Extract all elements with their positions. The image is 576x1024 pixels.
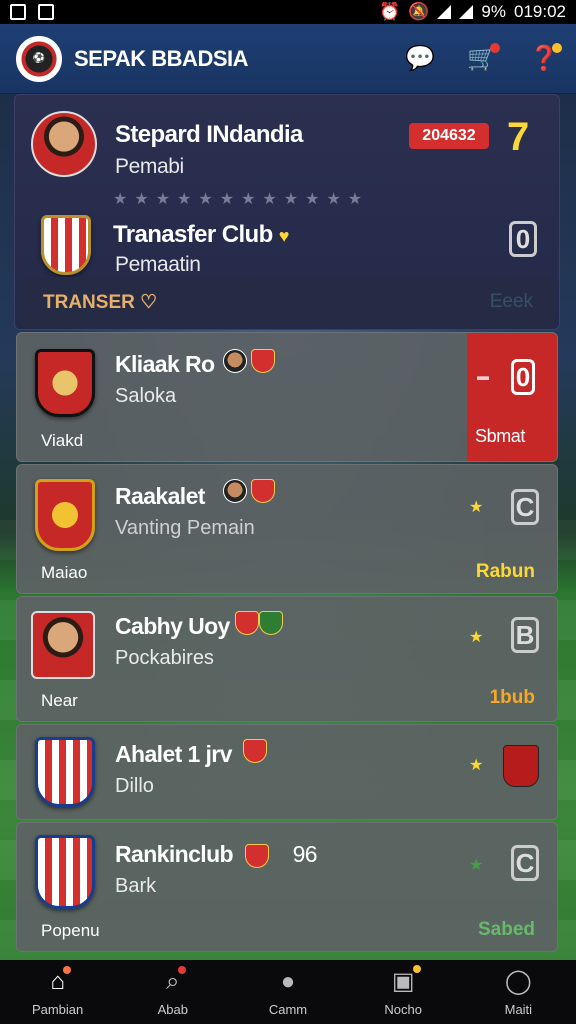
list-item[interactable]: Rankinclub 96 Bark Popenu ★ C Sabed bbox=[16, 822, 558, 952]
list-item[interactable]: Cabhy Uoy Pockabires Near ★ B 1bub bbox=[16, 596, 558, 722]
item-number: 96 bbox=[292, 841, 318, 867]
nav-user[interactable]: ◯ Maiti bbox=[463, 967, 573, 1017]
id-badge: 204632 bbox=[409, 123, 489, 149]
item-sub: Bark bbox=[115, 875, 157, 897]
signal-icon bbox=[459, 5, 474, 19]
app-title: SEPAK BBADSIA bbox=[74, 45, 249, 71]
player-role: Pemabi bbox=[115, 155, 184, 178]
item-sub: Vanting Pemain bbox=[115, 517, 255, 539]
club-crest bbox=[41, 215, 91, 275]
app-header: ⚽ SEPAK BBADSIA 💬 🛒 ❓ bbox=[0, 24, 576, 94]
nav-clipboard[interactable]: ▣ Nocho bbox=[348, 965, 458, 1017]
star-icon: ★ bbox=[469, 857, 484, 874]
wifi-icon bbox=[437, 5, 452, 19]
star-icon: ★ bbox=[469, 757, 484, 774]
item-footer: Viakd bbox=[41, 431, 84, 450]
list-item[interactable]: Kliaak Ro Saloka Viakd ▬ 0 Sbmat bbox=[16, 332, 558, 462]
nav-label: Nocho bbox=[384, 1002, 422, 1017]
profile-card[interactable]: Stepard INdandia Pemabi 204632 7 ★ ★ ★ ★ ★ ★ ★… bbox=[14, 94, 560, 330]
item-right-label[interactable]: Rabun bbox=[476, 561, 535, 583]
item-sub: Dillo bbox=[115, 775, 154, 797]
player-mini-avatar bbox=[223, 479, 247, 503]
nav-chat[interactable]: ● Camm bbox=[233, 968, 343, 1017]
nav-label: Pambian bbox=[31, 1001, 84, 1017]
player-mini-avatar bbox=[223, 349, 247, 373]
nav-search[interactable]: ⌕ Abab bbox=[118, 965, 228, 1017]
club-mini-crest bbox=[251, 349, 275, 373]
list-item[interactable]: Raakalet Vanting Pemain Maiao ★ C Rabun bbox=[16, 464, 558, 594]
item-right-label[interactable]: 1bub bbox=[490, 687, 535, 709]
submit-panel[interactable]: ▬ 0 Sbmat bbox=[467, 333, 557, 461]
submit-label: Sbmat bbox=[475, 426, 526, 446]
level-number: 7 bbox=[507, 115, 530, 159]
app-logo[interactable]: ⚽ bbox=[16, 35, 62, 82]
clipboard-icon: ▣ bbox=[392, 965, 421, 996]
club-crest bbox=[35, 479, 95, 551]
club-mini-crest bbox=[251, 479, 275, 503]
transfer-right-label[interactable]: Eeek bbox=[490, 291, 533, 313]
player-avatar bbox=[31, 111, 97, 177]
club-crest bbox=[35, 349, 95, 417]
item-sub: Pockabires bbox=[115, 647, 214, 669]
item-name: Rankinclub 96 bbox=[115, 841, 318, 868]
player-avatar bbox=[31, 611, 95, 679]
club-title: Tranasfer Club ♥ bbox=[113, 221, 289, 248]
list-item[interactable]: Ahalet 1 jrv Dillo ★ bbox=[16, 724, 558, 820]
transfer-bar[interactable]: TRANSER ♡ Eeek bbox=[21, 277, 555, 327]
star-icon: ★ bbox=[469, 629, 484, 646]
value-chip: 0 bbox=[511, 359, 535, 395]
battery-text: 9% bbox=[481, 2, 506, 21]
item-name: Cabhy Uoy bbox=[115, 613, 230, 639]
club-badge-icon[interactable] bbox=[503, 745, 539, 787]
item-footer: Maiao bbox=[41, 563, 88, 582]
search-icon: ⌕ bbox=[166, 965, 186, 996]
notification-icon bbox=[10, 4, 26, 20]
status-bar: ⏰ 🔕 9% 019:02 bbox=[0, 0, 576, 24]
rating-stars: ★ ★ ★ ★ ★ ★ ★ ★ ★ ★ ★ ★ bbox=[113, 191, 363, 208]
club-crest bbox=[35, 835, 95, 909]
club-mini-crest bbox=[243, 739, 267, 763]
club-mini-crest bbox=[259, 611, 283, 635]
item-footer: Popenu bbox=[41, 921, 100, 940]
transfer-label: TRANSER ♡ bbox=[43, 291, 158, 313]
item-name: Kliaak Ro bbox=[115, 351, 215, 377]
chat-icon: ● bbox=[280, 967, 296, 995]
club-crest bbox=[35, 737, 95, 807]
item-right-label[interactable]: Sabed bbox=[478, 919, 535, 941]
item-name: Ahalet 1 jrv bbox=[115, 741, 232, 767]
nav-label: Abab bbox=[157, 1001, 188, 1017]
nav-home[interactable]: ⌂ Pambian bbox=[3, 965, 113, 1017]
item-sub: Saloka bbox=[115, 385, 177, 407]
club-subtitle: Pemaatin bbox=[115, 253, 201, 276]
home-icon: ⌂ bbox=[50, 965, 71, 996]
value-chip[interactable]: C bbox=[511, 845, 539, 881]
help-icon[interactable]: ❓ bbox=[528, 42, 562, 75]
star-icon: ★ bbox=[469, 499, 484, 516]
item-name: Raakalet bbox=[115, 483, 205, 509]
mute-icon: 🔕 bbox=[408, 2, 430, 21]
user-icon: ◯ bbox=[504, 968, 532, 995]
cart-icon[interactable]: 🛒 bbox=[466, 42, 500, 75]
nav-label: Maiti bbox=[504, 1002, 533, 1017]
bottom-nav: ⌂ Pambian ⌕ Abab ● Camm ▣ Nocho ◯ Maiti bbox=[0, 960, 576, 1024]
nav-label: Camm bbox=[268, 1001, 308, 1017]
notification-icon bbox=[38, 4, 54, 20]
item-footer: Near bbox=[41, 691, 78, 710]
chat-bubble-icon[interactable]: 💬 bbox=[404, 43, 436, 75]
player-name: Stepard INdandia bbox=[115, 121, 303, 148]
club-value-chip[interactable]: 0 bbox=[509, 221, 537, 257]
clock: 019:02 bbox=[514, 2, 566, 21]
alarm-icon: ⏰ bbox=[379, 2, 401, 21]
value-chip[interactable]: C bbox=[511, 489, 539, 525]
value-chip[interactable]: B bbox=[511, 617, 539, 653]
club-mini-crest bbox=[235, 611, 259, 635]
club-mini-crest bbox=[244, 843, 269, 868]
